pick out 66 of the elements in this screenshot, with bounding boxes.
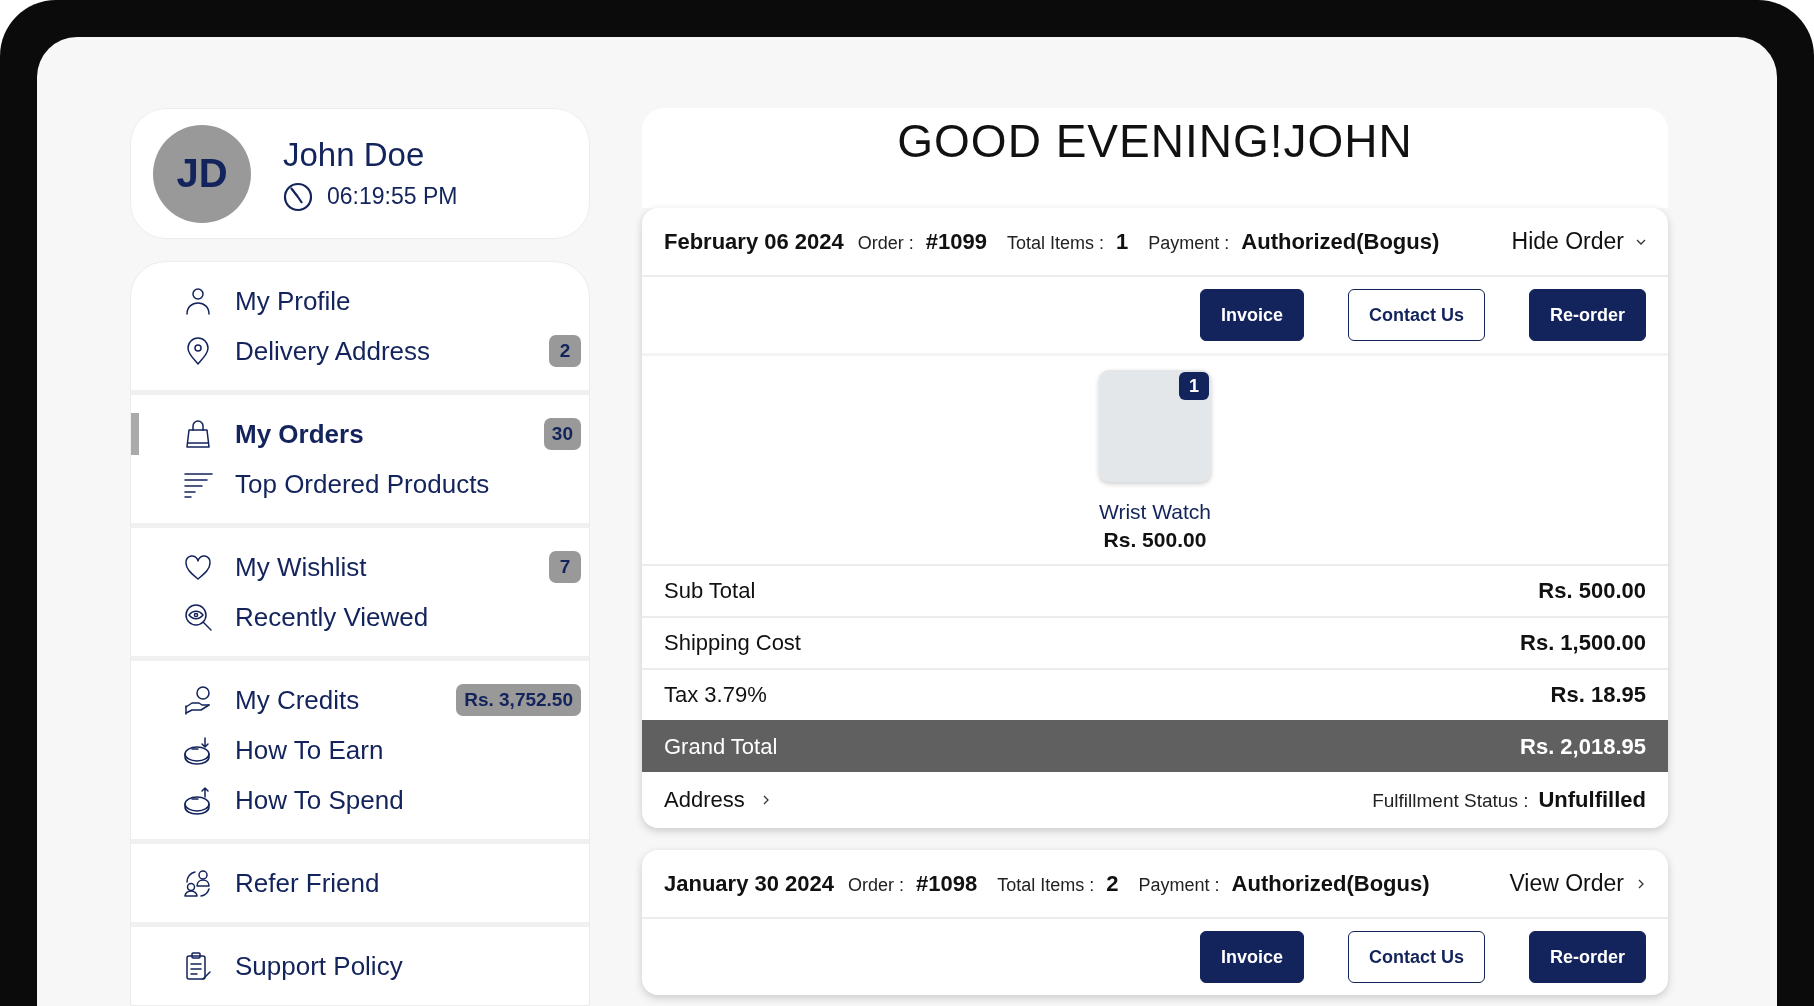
- total-label: Tax 3.79%: [664, 682, 767, 708]
- product-name[interactable]: Wrist Watch: [1099, 500, 1211, 524]
- total-label: Sub Total: [664, 578, 756, 604]
- action-button[interactable]: Invoice: [1199, 289, 1304, 341]
- action-button[interactable]: Re-order: [1529, 289, 1646, 341]
- field-label: Payment :: [1148, 233, 1230, 254]
- field-label: Payment :: [1138, 875, 1220, 896]
- field-label: Total Items :: [1007, 233, 1104, 254]
- product-price: Rs. 500.00: [1103, 528, 1207, 552]
- action-button[interactable]: Contact Us: [1347, 289, 1485, 341]
- field-label: Total Items :: [997, 875, 1095, 896]
- nav-item[interactable]: My Orders 30: [131, 409, 589, 459]
- field-value: #1098: [916, 871, 978, 897]
- user-name: John Doe: [283, 135, 426, 174]
- field-value: #1099: [925, 229, 987, 255]
- count-badge: Rs. 3,752.50: [456, 684, 581, 716]
- nav-item[interactable]: How To Earn: [131, 725, 589, 775]
- field-label: Order :: [848, 875, 905, 896]
- total-value: Rs. 500.00: [1538, 578, 1646, 604]
- nav-item[interactable]: Delivery Address 2: [131, 326, 589, 376]
- nav-item[interactable]: Recently Viewed: [131, 592, 589, 642]
- status-label: Fulfillment Status :: [1372, 790, 1529, 812]
- field-value: 2: [1106, 871, 1119, 897]
- total-value: Rs. 1,500.00: [1520, 630, 1646, 656]
- order-date: January 30 2024: [664, 871, 835, 897]
- person-icon: [183, 286, 213, 316]
- nav-item[interactable]: Top Ordered Products: [131, 459, 589, 509]
- nav-item[interactable]: Support Policy: [131, 941, 589, 991]
- quantity-badge: 1: [1179, 372, 1209, 400]
- clock-icon: [283, 181, 313, 212]
- nav-item[interactable]: How To Spend: [131, 775, 589, 825]
- avatar: JD: [153, 124, 251, 223]
- nav-item[interactable]: My Wishlist 7: [131, 542, 589, 592]
- bag-icon: [183, 419, 213, 449]
- action-button[interactable]: Re-order: [1529, 931, 1646, 983]
- total-value: Rs. 18.95: [1550, 682, 1646, 708]
- nav-item[interactable]: Refer Friend: [131, 858, 589, 908]
- order-date: February 06 2024: [664, 229, 844, 255]
- total-label: Shipping Cost: [664, 630, 801, 656]
- field-label: Order :: [857, 233, 914, 254]
- address-link[interactable]: Address: [664, 787, 771, 813]
- action-button[interactable]: Contact Us: [1347, 931, 1485, 983]
- eye-search-icon: [183, 602, 213, 632]
- refer-icon: [183, 868, 213, 898]
- status-value: Unfulfilled: [1538, 787, 1646, 813]
- current-time: 06:19:55 PM: [327, 183, 458, 210]
- count-badge: 30: [543, 418, 581, 450]
- chevron-right-icon: [1636, 878, 1646, 889]
- heart-icon: [183, 552, 213, 582]
- nav-item[interactable]: My Credits Rs. 3,752.50: [131, 675, 589, 725]
- order-toggle[interactable]: Hide Order: [1511, 228, 1646, 255]
- spend-icon: [183, 785, 213, 815]
- action-button[interactable]: Invoice: [1199, 931, 1304, 983]
- coin-hand-icon: [183, 685, 213, 715]
- nav-item[interactable]: My Profile: [131, 276, 589, 326]
- greeting: GOOD EVENING!JOHN: [897, 114, 1413, 169]
- total-label: Grand Total: [664, 734, 778, 760]
- count-badge: 2: [549, 335, 581, 367]
- field-value: Authorized(Bogus): [1231, 871, 1430, 897]
- earn-icon: [183, 735, 213, 765]
- clipboard-icon: [183, 951, 213, 981]
- field-value: 1: [1116, 229, 1129, 255]
- field-value: Authorized(Bogus): [1241, 229, 1440, 255]
- order-toggle[interactable]: View Order: [1509, 870, 1646, 897]
- total-value: Rs. 2,018.95: [1520, 734, 1646, 760]
- count-badge: 7: [549, 551, 581, 583]
